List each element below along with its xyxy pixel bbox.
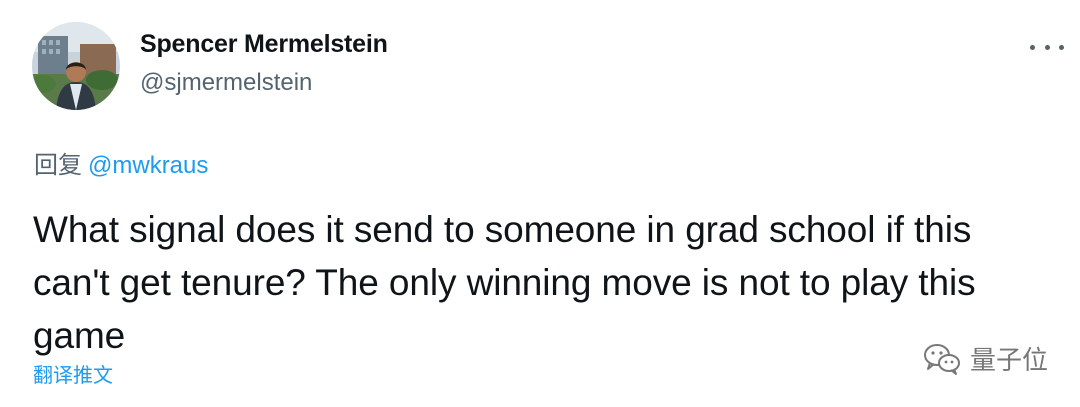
author-handle[interactable]: @sjmermelstein: [140, 69, 312, 97]
tweet-card: Spencer Mermelstein @sjmermelstein 回复 @mw…: [0, 0, 1080, 407]
reply-prefix: 回复: [34, 152, 82, 179]
reply-context: 回复 @mwkraus: [34, 145, 208, 180]
author-name[interactable]: Spencer Mermelstein: [140, 30, 388, 59]
translate-tweet-link[interactable]: 翻译推文: [33, 359, 113, 388]
more-options-icon[interactable]: [1030, 35, 1064, 59]
dot: [1059, 44, 1064, 50]
profile-photo-icon: [32, 22, 120, 110]
tweet-text: What signal does it send to someone in g…: [33, 209, 976, 356]
avatar[interactable]: [32, 22, 120, 110]
watermark: 量子位: [922, 340, 1048, 377]
watermark-text: 量子位: [970, 345, 1049, 375]
dot: [1044, 44, 1050, 50]
dot: [1030, 44, 1035, 50]
reply-mention-link[interactable]: @mwkraus: [88, 152, 208, 179]
wechat-icon: [924, 343, 960, 375]
